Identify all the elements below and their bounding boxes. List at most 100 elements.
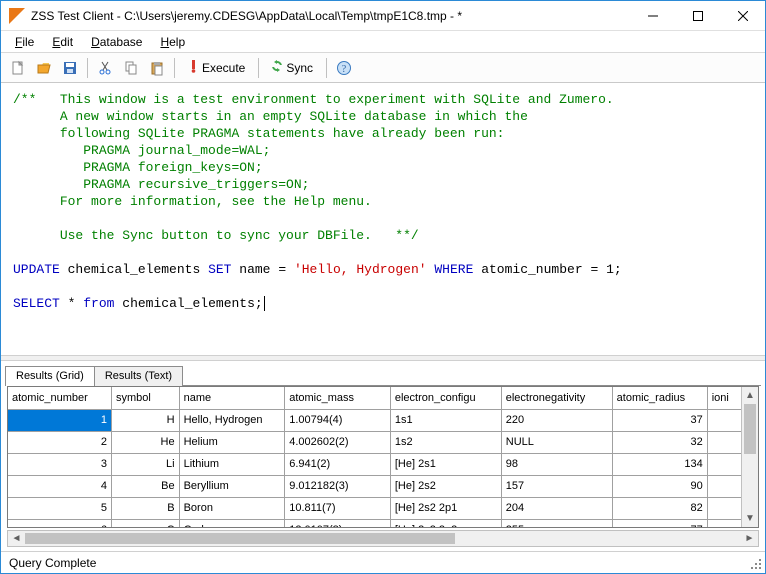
table-cell[interactable]: 3 (8, 453, 112, 475)
results-grid-wrap: atomic_number symbol name atomic_mass el… (7, 386, 759, 528)
resize-grip[interactable] (751, 559, 763, 571)
toolbar-separator (258, 58, 259, 78)
close-button[interactable] (720, 1, 765, 30)
table-cell[interactable]: Boron (179, 497, 285, 519)
maximize-button[interactable] (675, 1, 720, 30)
results-grid[interactable]: atomic_number symbol name atomic_mass el… (8, 387, 741, 527)
help-button[interactable]: ? (333, 57, 355, 79)
scroll-down-icon[interactable]: ▼ (742, 510, 758, 527)
table-cell[interactable]: 4 (8, 475, 112, 497)
col-name[interactable]: name (179, 387, 285, 409)
toolbar-separator (87, 58, 88, 78)
save-button[interactable] (59, 57, 81, 79)
table-cell[interactable]: 2 (8, 431, 112, 453)
col-ionization[interactable]: ioni (707, 387, 741, 409)
table-cell[interactable]: B (112, 497, 180, 519)
table-cell[interactable]: 4.002602(2) (285, 431, 391, 453)
col-atomic-mass[interactable]: atomic_mass (285, 387, 391, 409)
table-cell[interactable]: [He] 2s2 (390, 475, 501, 497)
table-row[interactable]: 5BBoron10.811(7)[He] 2s2 2p120482 (8, 497, 741, 519)
table-cell[interactable]: 204 (501, 497, 612, 519)
table-cell[interactable]: 255 (501, 519, 612, 527)
horizontal-scrollbar[interactable]: ◄ ► (7, 530, 759, 547)
execute-label: Execute (200, 61, 247, 75)
scroll-up-icon[interactable]: ▲ (742, 387, 758, 404)
table-cell[interactable]: 5 (8, 497, 112, 519)
table-cell[interactable]: 90 (612, 475, 707, 497)
table-cell[interactable]: 1s1 (390, 409, 501, 431)
table-cell[interactable]: 6 (8, 519, 112, 527)
col-electronegativity[interactable]: electronegativity (501, 387, 612, 409)
table-cell[interactable]: [He] 2s2 2p2 (390, 519, 501, 527)
execute-button[interactable]: Execute (181, 57, 252, 79)
table-cell[interactable]: 77 (612, 519, 707, 527)
grid-header-row[interactable]: atomic_number symbol name atomic_mass el… (8, 387, 741, 409)
text-cursor (264, 296, 265, 311)
scroll-thumb[interactable] (744, 404, 756, 454)
col-symbol[interactable]: symbol (112, 387, 180, 409)
table-cell[interactable] (707, 519, 741, 527)
scroll-right-icon[interactable]: ► (741, 533, 758, 544)
table-cell[interactable] (707, 475, 741, 497)
table-cell[interactable]: He (112, 431, 180, 453)
new-button[interactable] (7, 57, 29, 79)
table-cell[interactable] (707, 431, 741, 453)
table-cell[interactable]: Li (112, 453, 180, 475)
tab-results-grid[interactable]: Results (Grid) (5, 366, 95, 386)
table-cell[interactable]: [He] 2s2 2p1 (390, 497, 501, 519)
cut-button[interactable] (94, 57, 116, 79)
table-cell[interactable] (707, 409, 741, 431)
col-atomic-radius[interactable]: atomic_radius (612, 387, 707, 409)
table-cell[interactable]: C (112, 519, 180, 527)
table-cell[interactable]: 6.941(2) (285, 453, 391, 475)
scroll-thumb[interactable] (25, 533, 455, 544)
table-cell[interactable]: 9.012182(3) (285, 475, 391, 497)
table-cell[interactable]: 98 (501, 453, 612, 475)
col-electron-config[interactable]: electron_configu (390, 387, 501, 409)
vertical-scrollbar[interactable]: ▲ ▼ (741, 387, 758, 527)
tab-results-text[interactable]: Results (Text) (94, 366, 183, 386)
table-cell[interactable]: 82 (612, 497, 707, 519)
toolbar-separator (326, 58, 327, 78)
table-cell[interactable]: 220 (501, 409, 612, 431)
table-cell[interactable]: Beryllium (179, 475, 285, 497)
table-cell[interactable]: Carbon (179, 519, 285, 527)
menu-file[interactable]: File (7, 33, 42, 51)
table-cell[interactable]: 32 (612, 431, 707, 453)
col-atomic-number[interactable]: atomic_number (8, 387, 112, 409)
menu-help[interactable]: Help (152, 33, 193, 51)
table-cell[interactable]: 12.0107(8) (285, 519, 391, 527)
menubar: File Edit Database Help (1, 31, 765, 53)
table-row[interactable]: 1HHello, Hydrogen1.00794(4)1s122037 (8, 409, 741, 431)
svg-text:?: ? (342, 64, 347, 75)
table-cell[interactable]: 10.811(7) (285, 497, 391, 519)
table-cell[interactable] (707, 453, 741, 475)
table-row[interactable]: 4BeBeryllium9.012182(3)[He] 2s215790 (8, 475, 741, 497)
menu-edit[interactable]: Edit (44, 33, 81, 51)
table-cell[interactable]: Be (112, 475, 180, 497)
menu-database[interactable]: Database (83, 33, 150, 51)
table-cell[interactable]: 37 (612, 409, 707, 431)
sync-button[interactable]: Sync (265, 57, 320, 79)
open-button[interactable] (33, 57, 55, 79)
table-cell[interactable]: 1s2 (390, 431, 501, 453)
table-cell[interactable]: Hello, Hydrogen (179, 409, 285, 431)
table-row[interactable]: 2HeHelium4.002602(2)1s2NULL32 (8, 431, 741, 453)
table-cell[interactable] (707, 497, 741, 519)
table-cell[interactable]: H (112, 409, 180, 431)
table-row[interactable]: 6CCarbon12.0107(8)[He] 2s2 2p225577 (8, 519, 741, 527)
table-cell[interactable]: 134 (612, 453, 707, 475)
table-cell[interactable]: 1 (8, 409, 112, 431)
minimize-button[interactable] (630, 1, 675, 30)
sql-editor[interactable]: /** This window is a test environment to… (1, 83, 765, 355)
table-cell[interactable]: Helium (179, 431, 285, 453)
table-cell[interactable]: NULL (501, 431, 612, 453)
table-row[interactable]: 3LiLithium6.941(2)[He] 2s198134 (8, 453, 741, 475)
table-cell[interactable]: 1.00794(4) (285, 409, 391, 431)
table-cell[interactable]: 157 (501, 475, 612, 497)
paste-button[interactable] (146, 57, 168, 79)
scroll-left-icon[interactable]: ◄ (8, 533, 25, 544)
copy-button[interactable] (120, 57, 142, 79)
table-cell[interactable]: Lithium (179, 453, 285, 475)
table-cell[interactable]: [He] 2s1 (390, 453, 501, 475)
